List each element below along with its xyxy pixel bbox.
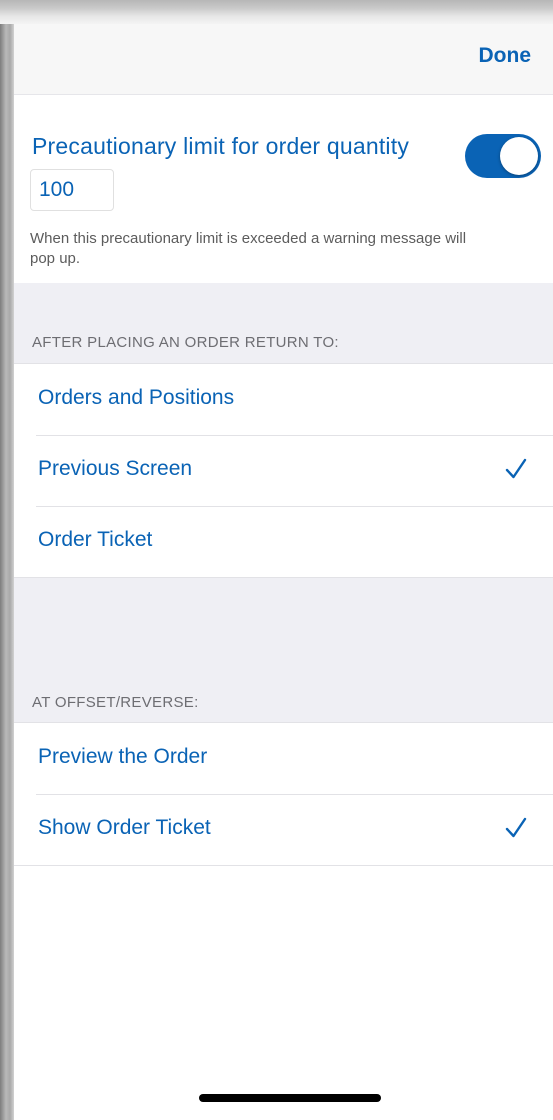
offset-options-list: Preview the Order Show Order Ticket	[14, 722, 553, 866]
home-indicator[interactable]	[199, 1094, 381, 1102]
offset-section-header-area: AT OFFSET/REVERSE:	[14, 578, 553, 722]
toggle-knob	[500, 137, 538, 175]
option-label: Preview the Order	[38, 745, 208, 768]
checkmark-icon	[505, 458, 527, 479]
option-label: Previous Screen	[38, 457, 193, 480]
settings-screen: Done Precautionary limit for order quant…	[14, 24, 553, 1120]
return-options-list: Orders and Positions Previous Screen Ord…	[14, 363, 553, 578]
done-button[interactable]: Done	[479, 44, 532, 68]
navigation-bar: Done	[14, 24, 553, 95]
device-frame-top	[0, 0, 553, 24]
option-label: Orders and Positions	[38, 386, 235, 409]
precautionary-limit-help-text: When this precautionary limit is exceede…	[30, 230, 467, 267]
precautionary-limit-title: Precautionary limit for order quantity	[32, 133, 410, 159]
return-option-order-ticket[interactable]: Order Ticket	[14, 506, 553, 577]
offset-option-preview-order[interactable]: Preview the Order	[14, 723, 553, 794]
option-label: Show Order Ticket	[38, 816, 211, 839]
precautionary-limit-toggle[interactable]	[465, 134, 541, 178]
checkmark-icon	[505, 817, 527, 838]
offset-section-header: AT OFFSET/REVERSE:	[32, 694, 199, 711]
option-label: Order Ticket	[38, 528, 153, 551]
order-quantity-limit-input[interactable]	[30, 169, 114, 211]
return-option-orders-and-positions[interactable]: Orders and Positions	[14, 364, 553, 435]
return-section-header: AFTER PLACING AN ORDER RETURN TO:	[32, 334, 339, 351]
return-option-previous-screen[interactable]: Previous Screen	[14, 435, 553, 506]
offset-option-show-order-ticket[interactable]: Show Order Ticket	[14, 794, 553, 865]
precautionary-limit-section: Precautionary limit for order quantity W…	[14, 95, 553, 283]
return-section-header-area: AFTER PLACING AN ORDER RETURN TO:	[14, 283, 553, 363]
